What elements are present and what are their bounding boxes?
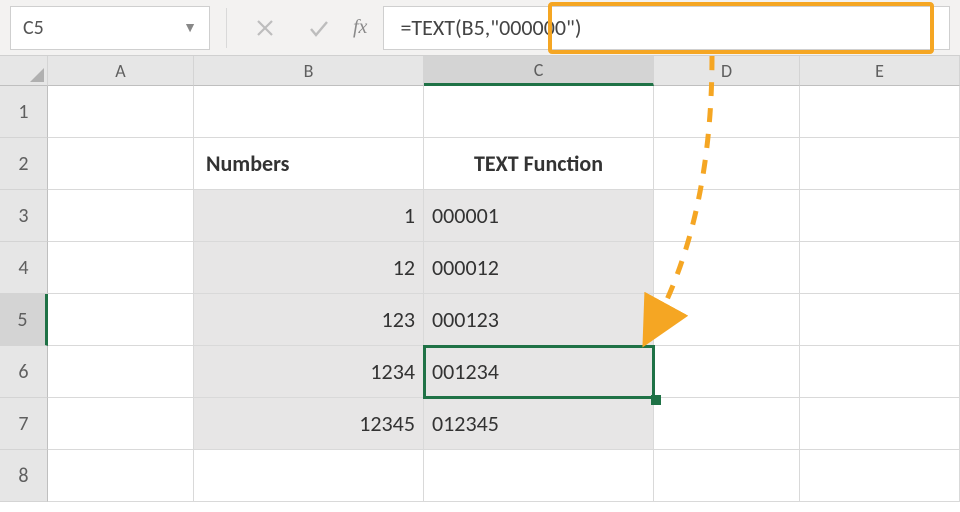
cell[interactable] (654, 242, 800, 294)
row-header[interactable]: 5 (0, 294, 48, 346)
cell-b3[interactable]: 1 (194, 190, 424, 242)
col-header-c[interactable]: C (424, 56, 654, 86)
row-header[interactable]: 8 (0, 450, 48, 502)
row-header[interactable]: 6 (0, 346, 48, 398)
cell[interactable] (654, 450, 800, 502)
row: 5 123 000123 (0, 294, 960, 346)
cell[interactable] (48, 138, 194, 190)
cell[interactable] (48, 294, 194, 346)
row: 3 1 000001 (0, 190, 960, 242)
table-header-textfn[interactable]: TEXT Function (424, 138, 654, 190)
formula-text: =TEXT(B5,"000000") (400, 14, 581, 41)
row: 8 (0, 450, 960, 502)
cell[interactable] (48, 398, 194, 450)
cell-b4[interactable]: 12 (194, 242, 424, 294)
separator (226, 8, 227, 48)
cell[interactable] (424, 86, 654, 138)
rows: 1 2 Numbers TEXT Function 3 1 000001 (0, 86, 960, 502)
row-header[interactable]: 4 (0, 242, 48, 294)
row-header[interactable]: 3 (0, 190, 48, 242)
formula-input[interactable]: =TEXT(B5,"000000") (383, 6, 950, 50)
cell[interactable] (424, 450, 654, 502)
cell[interactable] (48, 86, 194, 138)
chevron-down-icon: ▼ (183, 19, 197, 36)
row: 1 (0, 86, 960, 138)
cell[interactable] (194, 86, 424, 138)
enter-icon[interactable] (297, 6, 341, 50)
col-header-d[interactable]: D (654, 56, 800, 86)
cell-c7[interactable]: 012345 (424, 398, 654, 450)
row-header[interactable]: 7 (0, 398, 48, 450)
select-all-corner[interactable] (0, 56, 48, 86)
column-headers: A B C D E (0, 56, 960, 86)
cell[interactable] (800, 138, 960, 190)
cell-b7[interactable]: 12345 (194, 398, 424, 450)
cell[interactable] (654, 138, 800, 190)
cell[interactable] (654, 346, 800, 398)
cell[interactable] (800, 190, 960, 242)
cell[interactable] (48, 190, 194, 242)
table-header-numbers[interactable]: Numbers (194, 138, 424, 190)
cell-c4[interactable]: 000012 (424, 242, 654, 294)
cell[interactable] (654, 86, 800, 138)
cell[interactable] (800, 294, 960, 346)
col-header-a[interactable]: A (48, 56, 194, 86)
name-box-value: C5 (23, 16, 44, 40)
row: 6 1234 001234 (0, 346, 960, 398)
row: 7 12345 012345 (0, 398, 960, 450)
cell-c5[interactable]: 000123 (424, 294, 654, 346)
worksheet-grid: A B C D E 1 2 Numbers TEXT Function 3 (0, 56, 960, 502)
cell[interactable] (800, 398, 960, 450)
cell-c6[interactable]: 001234 (424, 346, 654, 398)
row: 4 12 000012 (0, 242, 960, 294)
fill-handle[interactable] (651, 395, 661, 405)
row-header[interactable]: 2 (0, 138, 48, 190)
cell[interactable] (800, 242, 960, 294)
row-header[interactable]: 1 (0, 86, 48, 138)
col-header-e[interactable]: E (800, 56, 960, 86)
cell[interactable] (800, 86, 960, 138)
cell-b6[interactable]: 1234 (194, 346, 424, 398)
cell[interactable] (654, 294, 800, 346)
cell[interactable] (194, 450, 424, 502)
cell[interactable] (48, 346, 194, 398)
fx-icon[interactable]: fx (353, 16, 367, 39)
row: 2 Numbers TEXT Function (0, 138, 960, 190)
cancel-icon[interactable] (243, 6, 287, 50)
col-header-b[interactable]: B (194, 56, 424, 86)
cell[interactable] (654, 398, 800, 450)
cell[interactable] (654, 190, 800, 242)
formula-bar: C5 ▼ fx =TEXT(B5,"000000") (0, 0, 960, 56)
cell-c3[interactable]: 000001 (424, 190, 654, 242)
name-box[interactable]: C5 ▼ (10, 6, 210, 50)
cell[interactable] (48, 450, 194, 502)
cell[interactable] (800, 346, 960, 398)
cell-b5[interactable]: 123 (194, 294, 424, 346)
cell[interactable] (48, 242, 194, 294)
cell[interactable] (800, 450, 960, 502)
